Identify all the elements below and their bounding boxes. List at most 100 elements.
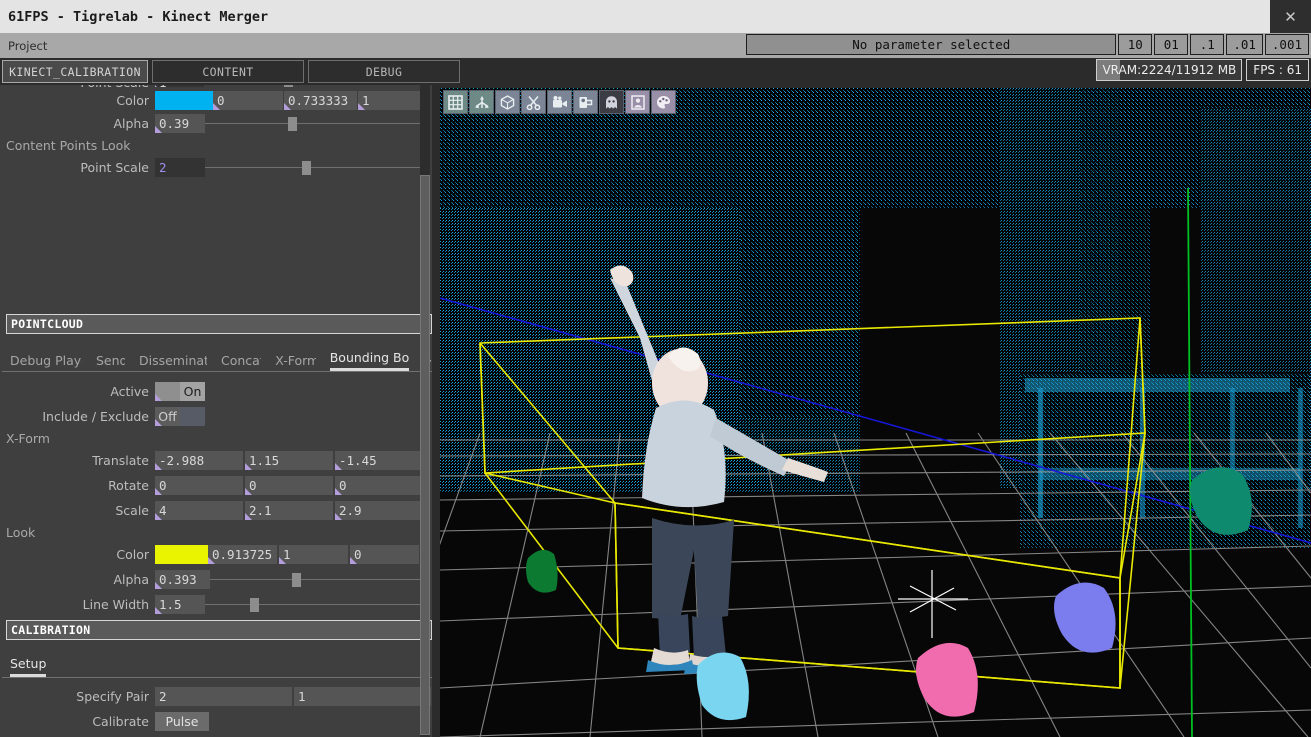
step-button-10[interactable]: 10 — [1118, 34, 1153, 55]
toggle-left-label: Off — [155, 406, 180, 426]
ghost-icon[interactable] — [599, 90, 624, 114]
portrait-icon[interactable] — [625, 90, 650, 114]
step-button-point01[interactable]: .01 — [1226, 34, 1263, 55]
scissors-icon[interactable] — [521, 90, 546, 114]
title-bar: 61FPS - Tigrelab - Kinect Merger ✕ — [0, 0, 1311, 33]
step-button-point1[interactable]: .1 — [1190, 34, 1225, 55]
tab-setup[interactable]: Setup — [10, 656, 47, 677]
parameter-display[interactable]: No parameter selected — [746, 34, 1117, 55]
bounding-box-alpha-row: Alpha 0.393 — [0, 568, 438, 590]
slider-handle[interactable] — [292, 572, 301, 587]
parameter-bar: No parameter selected 10 01 .1 .01 .001 — [746, 34, 1309, 55]
slider-track — [205, 603, 425, 605]
content-alpha-label: Alpha — [113, 115, 149, 131]
clipped-point-scale-field[interactable]: 1 — [155, 85, 204, 87]
section-header-pointcloud[interactable]: POINTCLOUD — [6, 314, 432, 334]
rotate-y-field[interactable]: 0 — [245, 475, 333, 495]
translate-label: Translate — [92, 452, 149, 468]
bounding-box-color-swatch[interactable] — [155, 544, 208, 564]
content-alpha-field[interactable]: 0.39 — [155, 113, 205, 133]
tab-kinect-calibration[interactable]: KINECT_CALIBRATION — [2, 60, 148, 83]
tab-debug-player[interactable]: Debug Playe — [10, 353, 82, 371]
calibrate-pulse-button[interactable]: Pulse — [155, 711, 209, 731]
content-color-r-field[interactable]: 0 — [213, 90, 283, 110]
bounding-box-color-r-field[interactable]: 0.913725 — [208, 544, 277, 564]
specify-pair-a-field[interactable]: 2 — [155, 686, 292, 706]
look-group-label: Look — [6, 524, 36, 540]
projector-icon[interactable] — [573, 90, 598, 114]
slider-track — [210, 578, 425, 580]
pointcloud-furniture — [1020, 373, 1310, 548]
close-icon[interactable]: ✕ — [1270, 0, 1311, 33]
slider-handle[interactable] — [302, 160, 311, 175]
include-exclude-toggle[interactable]: Off — [155, 406, 205, 426]
translate-row: Translate -2.988 1.15 -1.45 — [0, 449, 438, 471]
slider-handle[interactable] — [250, 597, 259, 612]
bounding-box-alpha-slider[interactable] — [210, 570, 425, 589]
content-point-scale-row: Point Scale 2 — [0, 156, 438, 178]
scale-z-field[interactable]: 2.9 — [335, 500, 423, 520]
video-camera-icon[interactable] — [547, 90, 572, 114]
grid-icon[interactable] — [443, 90, 468, 114]
line-width-field[interactable]: 1.5 — [155, 594, 205, 614]
bounding-box-color-g-field[interactable]: 1 — [279, 544, 348, 564]
panel-scrollbar-thumb[interactable] — [420, 175, 430, 735]
palette-icon[interactable] — [651, 90, 676, 114]
tab-debug[interactable]: DEBUG — [308, 60, 460, 83]
menu-item-project[interactable]: Project — [0, 39, 55, 53]
bounding-box-color-b-field[interactable]: 0 — [350, 544, 419, 564]
content-color-swatch[interactable] — [155, 90, 213, 110]
line-width-slider[interactable] — [205, 595, 425, 614]
menu-bar: Project No parameter selected 10 01 .1 .… — [0, 33, 1311, 58]
specify-pair-row: Specify Pair 2 1 — [0, 685, 438, 707]
clipped-point-scale-slider[interactable] — [204, 85, 423, 87]
toggle-right-label: On — [180, 381, 205, 401]
vram-indicator: VRAM:2224/11912 MB — [1096, 59, 1243, 81]
xform-group-label: X-Form — [6, 430, 50, 446]
content-point-scale-field[interactable]: 2 — [155, 157, 205, 177]
toggle-right — [180, 406, 205, 426]
tab-send[interactable]: Send — [96, 353, 125, 371]
rotate-z-field[interactable]: 0 — [335, 475, 423, 495]
include-exclude-row: Include / Exclude Off — [0, 405, 438, 427]
scale-label: Scale — [115, 502, 149, 518]
content-alpha-slider[interactable] — [205, 114, 425, 133]
status-indicators: VRAM:2224/11912 MB FPS : 61 — [1096, 59, 1309, 81]
clipped-point-scale-label: Point Scale — [0, 85, 155, 87]
cube-icon[interactable] — [495, 90, 520, 114]
bounding-box-color-label: Color — [116, 546, 149, 562]
tab-disseminate[interactable]: Disseminate — [139, 353, 207, 371]
slider-handle[interactable] — [288, 116, 297, 131]
step-button-point001[interactable]: .001 — [1264, 34, 1309, 55]
content-points-look-group-label: Content Points Look — [6, 137, 131, 153]
calibrate-label: Calibrate — [92, 713, 149, 729]
include-exclude-label: Include / Exclude — [42, 408, 149, 424]
tab-content[interactable]: CONTENT — [152, 60, 304, 83]
translate-y-field[interactable]: 1.15 — [245, 450, 333, 470]
translate-x-field[interactable]: -2.988 — [155, 450, 243, 470]
content-color-g-field[interactable]: 0.733333 — [284, 90, 357, 110]
tab-concat[interactable]: Concat — [221, 353, 261, 371]
content-point-scale-label: Point Scale — [80, 159, 149, 175]
rotate-x-field[interactable]: 0 — [155, 475, 243, 495]
parameter-panel: Point Scale 1 Color 0 0.733333 1 Alpha 0… — [0, 85, 438, 737]
specify-pair-b-field[interactable]: 1 — [294, 686, 431, 706]
bounding-box-active-toggle[interactable]: On — [155, 381, 205, 401]
tab-x-form[interactable]: X-Form — [275, 353, 315, 371]
section-header-calibration[interactable]: CALIBRATION — [6, 620, 432, 640]
translate-z-field[interactable]: -1.45 — [335, 450, 423, 470]
window-title: 61FPS - Tigrelab - Kinect Merger — [8, 8, 269, 25]
rotate-label: Rotate — [108, 477, 149, 493]
slider-handle[interactable] — [284, 85, 293, 87]
panel-edge — [432, 85, 438, 737]
bounding-box-alpha-field[interactable]: 0.393 — [155, 569, 210, 589]
bounding-box-active-row: Active On — [0, 380, 438, 402]
content-point-scale-slider[interactable] — [205, 158, 425, 177]
tab-bounding-box[interactable]: Bounding Box — [329, 350, 410, 371]
scale-y-field[interactable]: 2.1 — [245, 500, 333, 520]
step-button-01[interactable]: 01 — [1154, 34, 1189, 55]
3d-viewport[interactable] — [440, 88, 1311, 737]
scale-x-field[interactable]: 4 — [155, 500, 243, 520]
axis-gizmo-icon[interactable] — [469, 90, 494, 114]
content-alpha-row: Alpha 0.39 — [0, 112, 438, 134]
